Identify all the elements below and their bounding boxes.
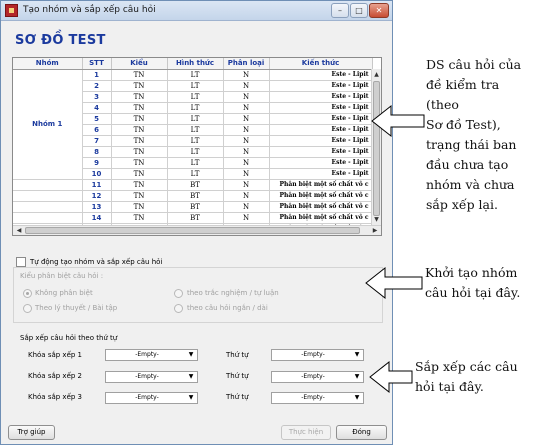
- annotation-arrows: [365, 104, 425, 394]
- arrow-icon: [365, 266, 423, 300]
- arrow-icon: [369, 360, 413, 394]
- screenshot: Tạo nhóm và sắp xếp câu hỏi – □ ✕ SƠ ĐỒ …: [0, 0, 534, 445]
- arrow-icon: [371, 104, 425, 138]
